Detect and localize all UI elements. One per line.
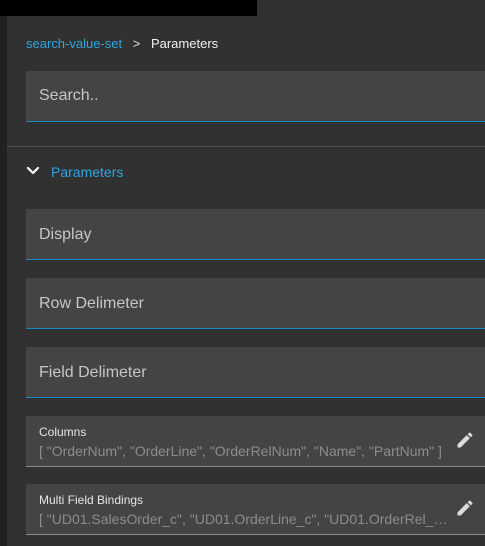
search-input[interactable]: Search.. [26, 71, 485, 122]
multi-field-bindings-label: Multi Field Bindings [39, 493, 144, 507]
display-field-label: Display [39, 226, 92, 243]
section-divider [7, 146, 485, 147]
columns-value: [ "OrderNum", "OrderLine", "OrderRelNum"… [39, 443, 442, 459]
breadcrumb-separator: > [132, 36, 141, 51]
chevron-down-icon [26, 166, 40, 175]
breadcrumb-current: Parameters [150, 36, 219, 51]
multi-field-bindings-field[interactable]: Multi Field Bindings [ "UD01.SalesOrder_… [26, 484, 485, 535]
breadcrumb: search-value-set > Parameters [26, 36, 218, 51]
pencil-icon[interactable] [455, 498, 475, 518]
breadcrumb-parent-link[interactable]: search-value-set [26, 36, 122, 51]
properties-panel: search-value-set > Parameters Search.. P… [7, 16, 485, 546]
section-title: Parameters [51, 164, 124, 180]
columns-field[interactable]: Columns [ "OrderNum", "OrderLine", "Orde… [26, 416, 485, 467]
pencil-icon[interactable] [455, 430, 475, 450]
left-edge-strip [0, 0, 7, 546]
field-delimeter-label: Field Delimeter [39, 364, 147, 381]
field-delimeter-field[interactable]: Field Delimeter [26, 347, 485, 398]
columns-label: Columns [39, 425, 87, 439]
display-field[interactable]: Display [26, 209, 485, 260]
row-delimeter-field[interactable]: Row Delimeter [26, 278, 485, 329]
row-delimeter-label: Row Delimeter [39, 295, 144, 312]
top-header-bar [0, 0, 257, 16]
multi-field-bindings-value: [ "UD01.SalesOrder_c", "UD01.OrderLine_c… [39, 511, 449, 527]
search-placeholder: Search.. [39, 87, 99, 104]
